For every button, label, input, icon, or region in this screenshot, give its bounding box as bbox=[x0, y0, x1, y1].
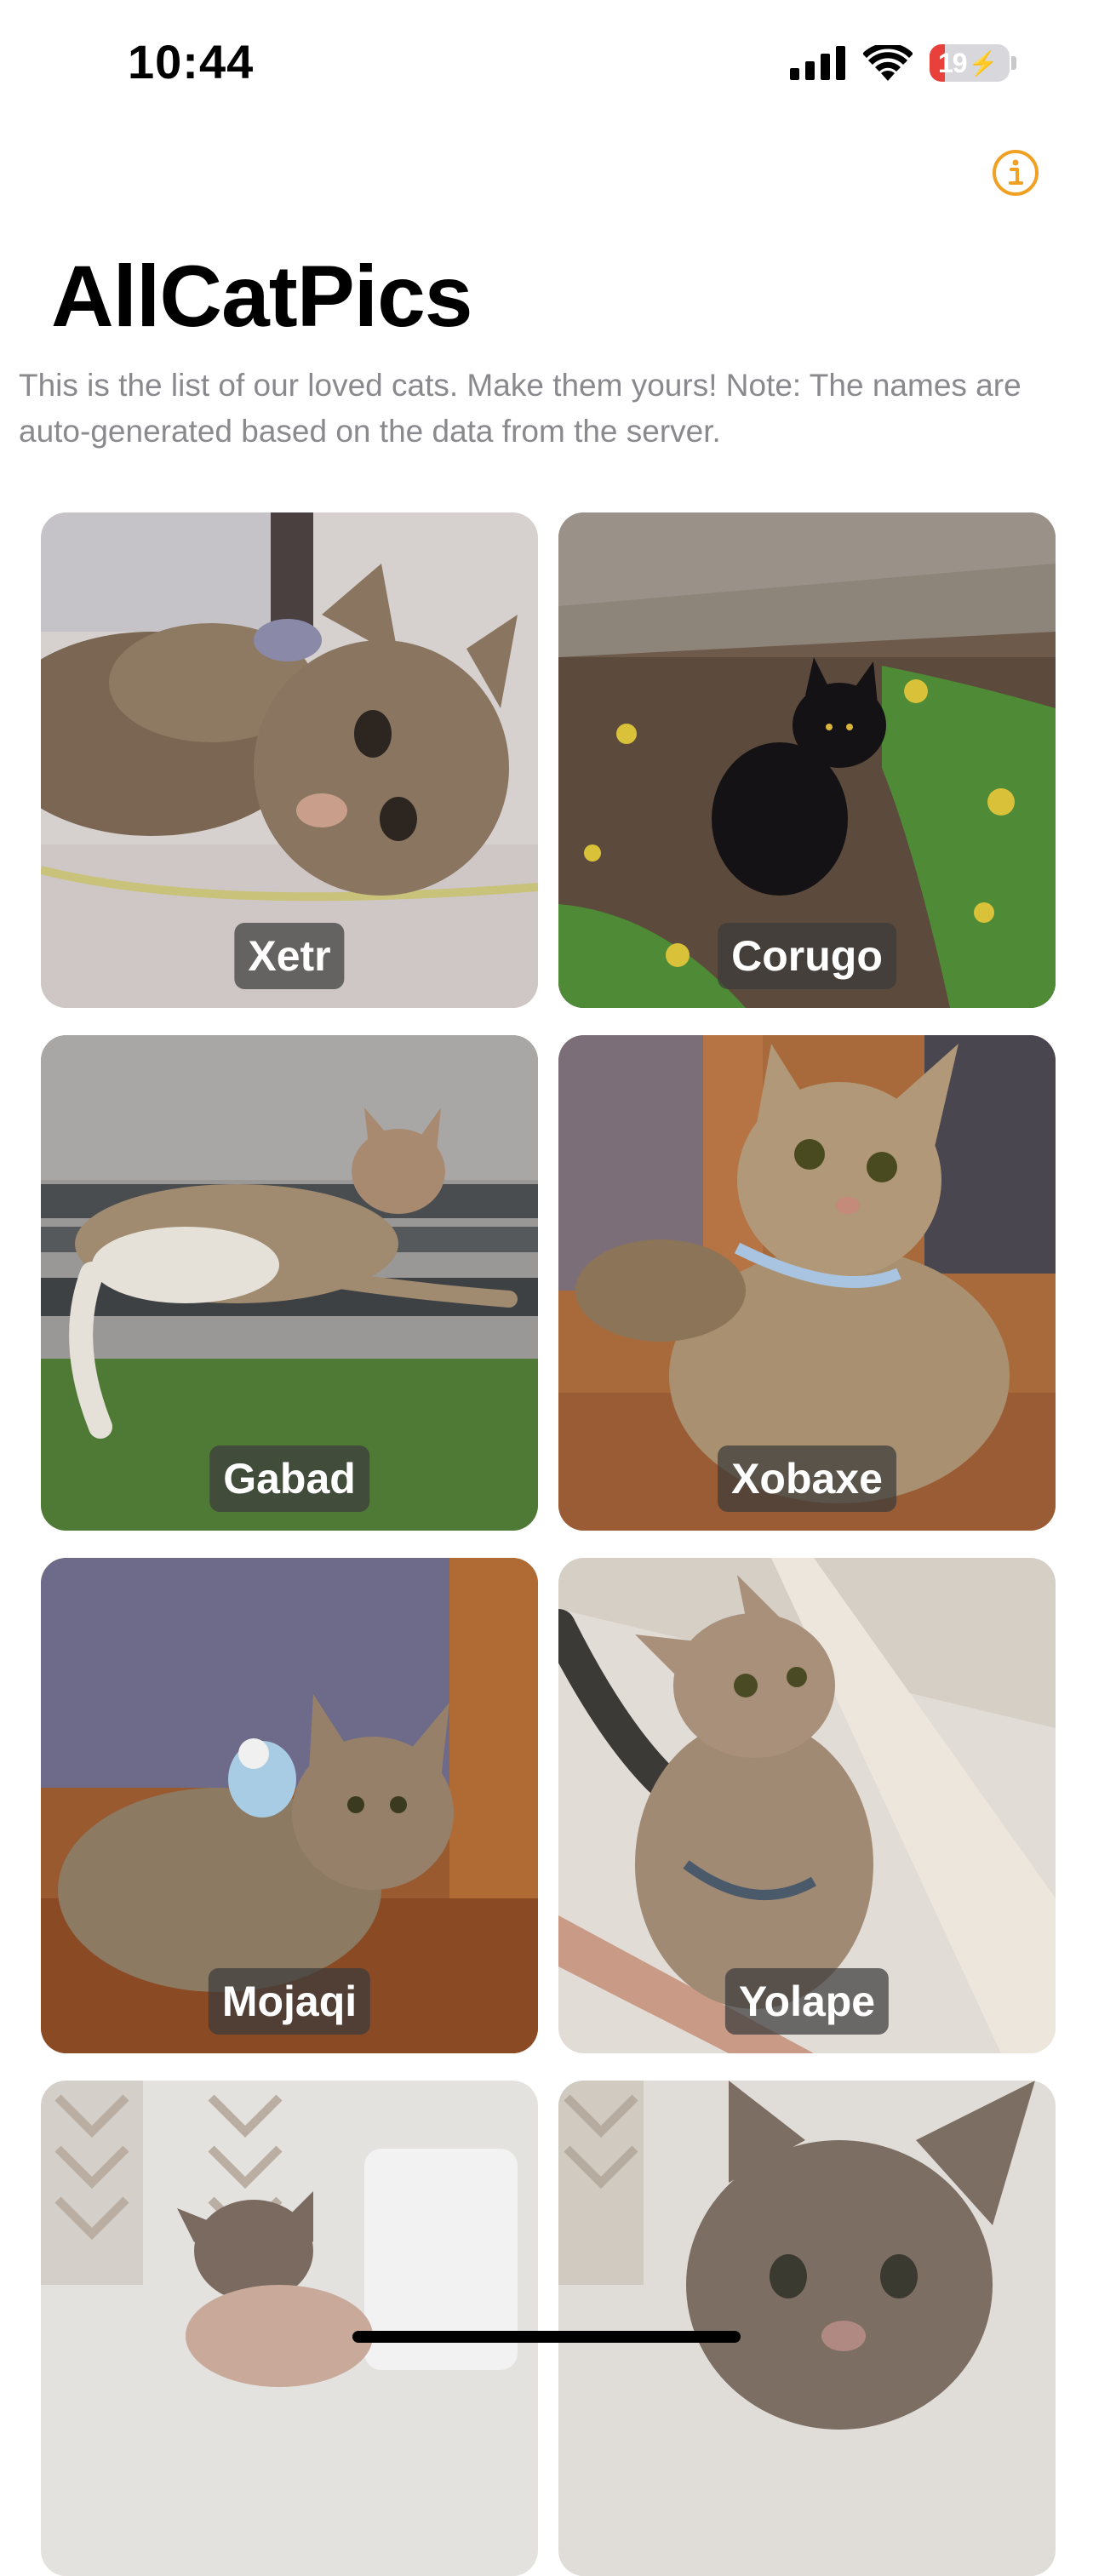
cat-name: Corugo bbox=[718, 923, 896, 989]
cat-card[interactable]: Corugo bbox=[558, 512, 1056, 1008]
cat-name: Gabad bbox=[209, 1445, 369, 1512]
page-title: AllCatPics bbox=[51, 248, 473, 345]
cat-card[interactable] bbox=[41, 2081, 538, 2576]
cellular-signal-icon bbox=[790, 46, 845, 80]
battery-level: 19 bbox=[938, 47, 968, 78]
info-button[interactable] bbox=[991, 148, 1040, 197]
cat-name: Xobaxe bbox=[718, 1445, 896, 1512]
cat-card[interactable]: Gabad bbox=[41, 1035, 538, 1531]
cat-card[interactable]: Yolape bbox=[558, 1558, 1056, 2053]
wifi-icon bbox=[863, 45, 913, 81]
info-icon bbox=[993, 150, 1039, 196]
cat-card[interactable]: Xobaxe bbox=[558, 1035, 1056, 1531]
cat-photo bbox=[41, 2081, 538, 2576]
page-subtitle: This is the list of our loved cats. Make… bbox=[19, 368, 1021, 449]
cat-card[interactable]: Mojaqi bbox=[41, 1558, 538, 2053]
charging-bolt-icon: ⚡ bbox=[968, 49, 999, 77]
battery-indicator: 19 ⚡ bbox=[930, 44, 1016, 82]
home-indicator[interactable] bbox=[352, 2331, 741, 2343]
status-time: 10:44 bbox=[128, 35, 255, 89]
status-icons: 19 ⚡ bbox=[790, 44, 1016, 82]
cat-name: Mojaqi bbox=[208, 1968, 371, 2035]
cat-card[interactable] bbox=[558, 2081, 1056, 2576]
cat-photo bbox=[558, 2081, 1056, 2576]
cat-grid: Xetr Corugo Gabad Xobaxe Mojaqi Yolape bbox=[41, 512, 1056, 2576]
cat-name: Xetr bbox=[234, 923, 345, 989]
cat-card[interactable]: Xetr bbox=[41, 512, 538, 1008]
cat-name: Yolape bbox=[724, 1968, 890, 2035]
